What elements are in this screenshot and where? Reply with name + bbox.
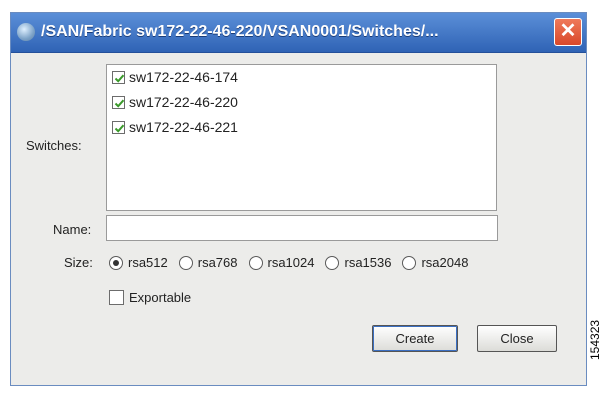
switch-label: sw172-22-46-220 [129,94,238,110]
size-option-rsa1536[interactable]: rsa1536 [325,255,391,270]
create-button[interactable]: Create [372,325,458,352]
list-item[interactable]: sw172-22-46-174 [112,67,238,87]
checkmark-icon [114,74,125,83]
name-label: Name: [53,222,92,237]
radio-label: rsa1024 [267,255,315,270]
radio-button[interactable] [178,255,193,270]
checkmark-icon [114,99,125,108]
size-option-rsa512[interactable]: rsa512 [109,255,168,270]
size-option-rsa768[interactable]: rsa768 [178,255,238,270]
switch-checkbox[interactable] [112,95,125,109]
switches-list[interactable]: sw172-22-46-174 sw172-22-46-220 sw172-22… [106,64,497,211]
figure-id: 154323 [588,319,600,360]
title-bar[interactable]: /SAN/Fabric sw172-22-46-220/VSAN0001/Swi… [11,13,586,53]
radio-label: rsa1536 [344,255,392,270]
exportable-label: Exportable [129,290,192,305]
radio-button[interactable] [325,255,340,270]
radio-button[interactable] [402,255,417,270]
switch-checkbox[interactable] [112,70,125,84]
switch-checkbox[interactable] [112,120,125,134]
size-label: Size: [64,255,93,270]
switch-label: sw172-22-46-174 [129,69,238,85]
size-radio-group: rsa512 rsa768 rsa1024 rsa1536 rsa2048 [109,255,479,270]
exportable-option[interactable]: Exportable [109,290,191,305]
size-option-rsa2048[interactable]: rsa2048 [402,255,468,270]
switch-label: sw172-22-46-221 [129,119,238,135]
radio-label: rsa768 [197,255,238,270]
radio-button[interactable] [109,255,123,270]
checkmark-icon [114,124,125,133]
window-title: /SAN/Fabric sw172-22-46-220/VSAN0001/Swi… [41,23,439,40]
name-input[interactable] [106,215,498,241]
radio-button[interactable] [248,255,263,270]
size-option-rsa1024[interactable]: rsa1024 [248,255,315,270]
list-item[interactable]: sw172-22-46-221 [112,117,238,137]
app-globe-icon [17,23,35,41]
exportable-checkbox[interactable] [109,290,124,305]
radio-label: rsa2048 [421,255,469,270]
close-button[interactable]: Close [477,325,557,352]
dialog-window: /SAN/Fabric sw172-22-46-220/VSAN0001/Swi… [10,12,587,386]
window-close-button[interactable]: ✕ [554,18,582,46]
radio-label: rsa512 [128,255,168,270]
switches-label: Switches: [26,138,82,153]
list-item[interactable]: sw172-22-46-220 [112,92,238,112]
